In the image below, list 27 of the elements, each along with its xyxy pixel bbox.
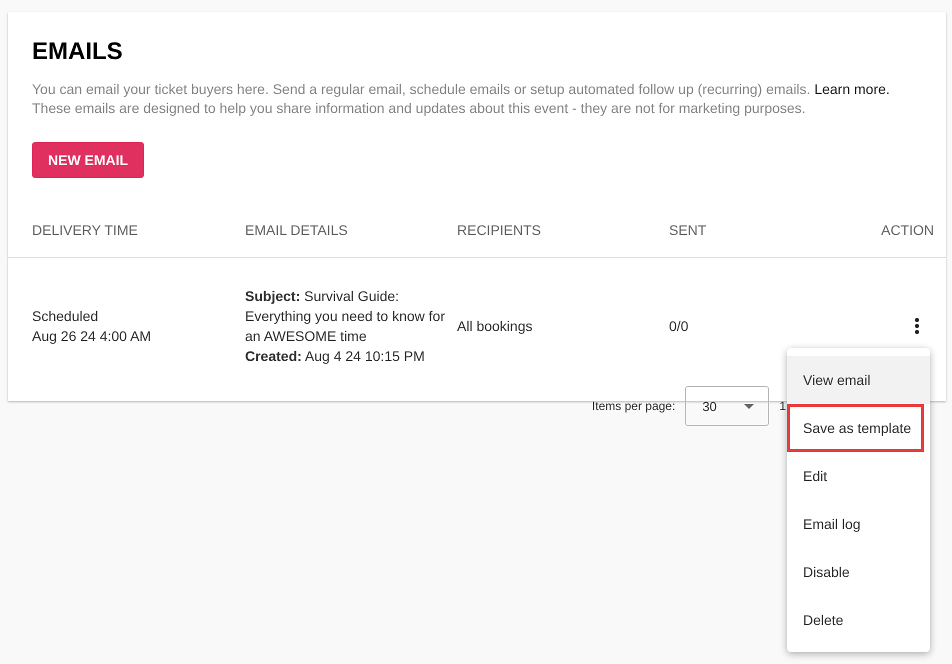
recipients-text: All bookings xyxy=(457,317,534,336)
column-header: ACTION xyxy=(881,222,934,238)
menu-item[interactable]: Save as template xyxy=(787,404,924,452)
learn-more-link[interactable]: Learn more. xyxy=(814,81,890,97)
more-options-icon[interactable] xyxy=(914,317,920,335)
subject-text: Subject: Survival Guide: Everything you need to know for an AWESOME time xyxy=(245,287,446,346)
column-header: EMAIL DETAILS xyxy=(245,222,349,238)
column-header: SENT xyxy=(669,222,708,238)
menu-item[interactable]: View email xyxy=(787,356,930,404)
dropdown-caret-icon xyxy=(744,404,754,408)
note-text: These emails are designed to help you share information and updates about this event - they are not for marketing purposes. xyxy=(32,99,807,118)
description-text: You can email your ticket buyers here. Send a regular email, schedule emails or setup automated follow up (recurring) emails. Learn more. xyxy=(32,80,891,99)
menu-item[interactable]: Disable xyxy=(787,548,930,596)
page-title: EMAILS xyxy=(32,38,124,66)
sent-text: 0/0 xyxy=(669,317,690,336)
items-per-page-label: Items per page: xyxy=(592,399,676,413)
page-range-text: 1 xyxy=(779,399,786,413)
menu-item[interactable]: Edit xyxy=(787,452,930,500)
column-header: DELIVERY TIME xyxy=(32,222,139,238)
menu-item[interactable]: Email log xyxy=(787,500,930,548)
items-per-page-select[interactable]: 30 xyxy=(685,386,770,426)
delivery-time-text: Aug 26 24 4:00 AM xyxy=(32,327,152,346)
status-text: Scheduled xyxy=(32,307,100,326)
created-text: Created: Aug 4 24 10:15 PM xyxy=(245,347,426,366)
menu-item[interactable]: Delete xyxy=(787,596,930,644)
new-email-button[interactable]: NEW EMAIL xyxy=(32,142,144,178)
column-header: RECIPIENTS xyxy=(457,222,542,238)
